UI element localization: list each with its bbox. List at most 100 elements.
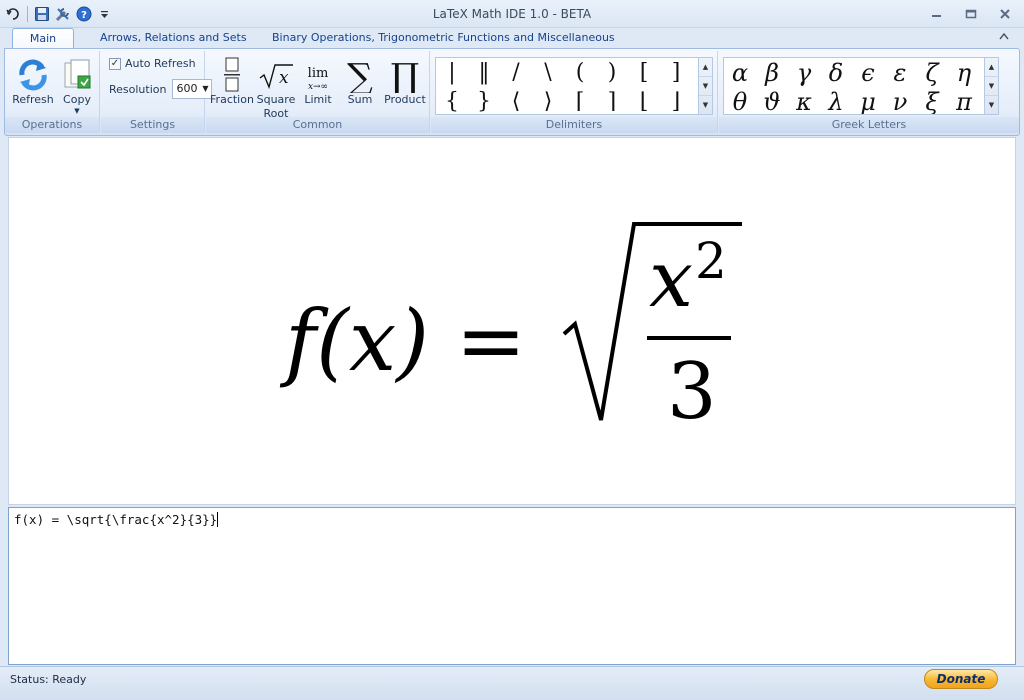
- group-label-common: Common: [206, 117, 429, 133]
- chevron-down-icon[interactable]: ▼: [699, 77, 712, 96]
- collapse-ribbon-icon[interactable]: [998, 31, 1010, 44]
- greek-letter-item[interactable]: μ: [852, 87, 884, 115]
- delimiter-item[interactable]: ⌉: [596, 87, 628, 114]
- greek-letter-item[interactable]: β: [756, 58, 788, 87]
- tab-binary-operations[interactable]: Binary Operations, Trigonometric Functio…: [258, 28, 629, 49]
- fraction-bar: [647, 336, 731, 340]
- resolution-value: 600: [176, 82, 198, 95]
- ribbon: Refresh Copy ▼ Operations ✓ Auto Refresh…: [4, 48, 1020, 136]
- editor-content[interactable]: f(x) = \sqrt{\frac{x^2}{3}}: [14, 512, 219, 527]
- resolution-label: Resolution: [109, 82, 167, 96]
- auto-refresh-label: Auto Refresh: [125, 57, 196, 70]
- copy-dropdown-icon[interactable]: ▼: [57, 107, 97, 115]
- fraction-icon: [210, 53, 254, 93]
- gallery-expand-icon[interactable]: ▼: [985, 96, 998, 114]
- square-root-button[interactable]: x Square Root: [256, 53, 296, 121]
- tab-main[interactable]: Main: [12, 28, 74, 49]
- delimiter-item[interactable]: [: [628, 58, 660, 87]
- auto-refresh-checkbox[interactable]: ✓ Auto Refresh: [109, 57, 196, 70]
- delimiter-item[interactable]: |: [436, 58, 468, 87]
- copy-button[interactable]: Copy ▼: [57, 53, 97, 115]
- close-icon[interactable]: [994, 6, 1016, 22]
- status-bar: Status: Ready Donate: [0, 666, 1024, 700]
- greek-letter-item[interactable]: λ: [820, 87, 852, 115]
- greek-letter-item[interactable]: γ: [788, 58, 820, 87]
- svg-text:x: x: [279, 68, 289, 88]
- square-root-label-1: Square: [256, 93, 296, 106]
- group-label-settings: Settings: [101, 117, 204, 133]
- ribbon-tabs: Main Arrows, Relations and Sets Binary O…: [0, 28, 1024, 49]
- greek-gallery-scroll[interactable]: ▲ ▼ ▼: [984, 58, 998, 114]
- delimiter-item[interactable]: ⌊: [628, 87, 660, 114]
- delimiter-item[interactable]: \: [532, 58, 564, 87]
- limit-icon: lim x→∞: [298, 53, 338, 93]
- svg-text:∏: ∏: [391, 57, 420, 93]
- delimiter-item[interactable]: {: [436, 87, 468, 114]
- greek-letter-item[interactable]: ν: [884, 87, 916, 115]
- greek-letter-item[interactable]: ξ: [916, 87, 948, 115]
- gallery-expand-icon[interactable]: ▼: [699, 96, 712, 114]
- greek-letter-item[interactable]: κ: [788, 87, 820, 115]
- resolution-row: Resolution 600 ▼: [109, 79, 213, 99]
- title-bar: ? LaTeX Math IDE 1.0 - BETA: [0, 0, 1024, 28]
- greek-letter-item[interactable]: θ: [724, 87, 756, 115]
- delimiter-item[interactable]: }: [468, 87, 500, 114]
- group-operations: Refresh Copy ▼ Operations: [5, 51, 100, 133]
- greek-letter-item[interactable]: ϵ: [852, 58, 884, 87]
- delimiter-item[interactable]: ⌈: [564, 87, 596, 114]
- window-controls: [926, 6, 1016, 22]
- text-caret: [217, 512, 219, 527]
- latex-editor[interactable]: f(x) = \sqrt{\frac{x^2}{3}}: [8, 507, 1016, 665]
- chevron-up-icon[interactable]: ▲: [985, 58, 998, 77]
- maximize-icon[interactable]: [960, 6, 982, 22]
- minimize-icon[interactable]: [926, 6, 948, 22]
- tab-arrows-relations-sets[interactable]: Arrows, Relations and Sets: [86, 28, 261, 49]
- product-button[interactable]: ∏ Product: [382, 53, 428, 107]
- sum-label: Sum: [347, 93, 373, 106]
- delimiter-item[interactable]: (: [564, 58, 596, 87]
- greek-letter-item[interactable]: α: [724, 58, 756, 87]
- svg-text:lim: lim: [308, 66, 329, 81]
- greek-letter-item[interactable]: π: [948, 87, 980, 115]
- greek-letter-item[interactable]: η: [948, 58, 980, 87]
- group-label-greek-letters: Greek Letters: [719, 117, 1019, 133]
- sum-button[interactable]: ∑ Sum: [340, 53, 380, 107]
- donate-button[interactable]: Donate: [924, 669, 998, 689]
- svg-text:x→∞: x→∞: [308, 82, 328, 92]
- product-label: Product: [384, 93, 426, 106]
- delimiter-item[interactable]: ⟩: [532, 87, 564, 114]
- delimiter-item[interactable]: ⌋: [660, 87, 692, 114]
- group-common: Fraction x Square Root lim x→∞ Limit ∑ Su…: [206, 51, 430, 133]
- delimiter-item[interactable]: ): [596, 58, 628, 87]
- chevron-down-icon[interactable]: ▼: [985, 77, 998, 96]
- svg-text:∑: ∑: [347, 57, 373, 93]
- copy-label: Copy: [63, 93, 91, 106]
- greek-letter-item[interactable]: ζ: [916, 58, 948, 87]
- greek-row-1: α β γ δ ϵ ε ζ η: [724, 58, 980, 87]
- rendered-formula: f(x) = x 2 3: [279, 222, 742, 437]
- delimiter-item[interactable]: ]: [660, 58, 692, 87]
- greek-row-2: θ ϑ κ λ μ ν ξ π: [724, 87, 980, 115]
- refresh-label: Refresh: [12, 93, 54, 106]
- delimiter-item[interactable]: /: [500, 58, 532, 87]
- formula-lhs: f(x) =: [279, 292, 526, 390]
- greek-letter-item[interactable]: δ: [820, 58, 852, 87]
- fraction-button[interactable]: Fraction: [210, 53, 254, 107]
- formula-numerator: x: [649, 235, 693, 325]
- limit-button[interactable]: lim x→∞ Limit: [298, 53, 338, 107]
- delimiters-gallery-scroll[interactable]: ▲ ▼ ▼: [698, 58, 712, 114]
- formula-preview: f(x) = x 2 3: [8, 137, 1016, 505]
- chevron-up-icon[interactable]: ▲: [699, 58, 712, 77]
- product-icon: ∏: [382, 53, 428, 93]
- status-text: Status: Ready: [10, 673, 87, 686]
- refresh-icon: [11, 53, 55, 93]
- delimiter-item[interactable]: ⟨: [500, 87, 532, 114]
- limit-label: Limit: [304, 93, 332, 106]
- sum-icon: ∑: [340, 53, 380, 93]
- greek-letter-item[interactable]: ε: [884, 58, 916, 87]
- refresh-button[interactable]: Refresh: [11, 53, 55, 107]
- delimiter-item[interactable]: ‖: [468, 58, 500, 87]
- group-label-delimiters: Delimiters: [431, 117, 717, 133]
- greek-letter-item[interactable]: ϑ: [756, 87, 788, 115]
- delimiters-gallery: | ‖ / \ ( ) [ ] { } ⟨ ⟩ ⌈ ⌉ ⌊ ⌋ ▲ ▼ ▼: [435, 57, 713, 115]
